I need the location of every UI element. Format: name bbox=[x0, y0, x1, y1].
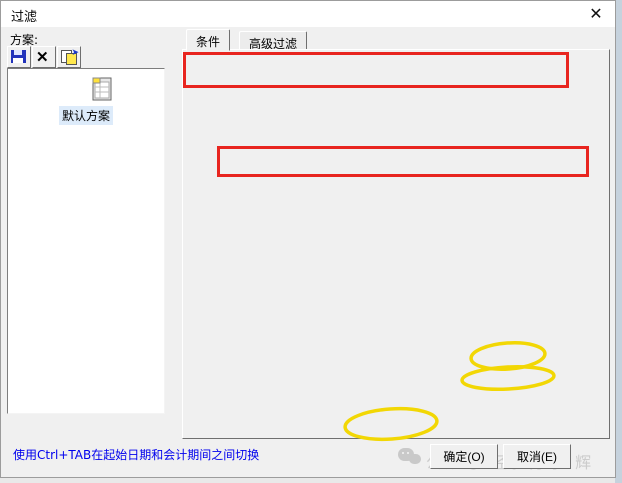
save-scheme-button[interactable] bbox=[7, 46, 31, 68]
delete-icon: ✕ bbox=[36, 50, 49, 65]
filter-dialog: 过滤 ✕ 方案: ✕ ➤ 默认方案 条件 高级过滤 起始日期: bbox=[0, 0, 616, 478]
title-bar[interactable]: 过滤 ✕ bbox=[1, 1, 615, 27]
wechat-icon bbox=[398, 448, 424, 468]
save-icon bbox=[11, 50, 26, 63]
tab-page-conditions bbox=[182, 49, 610, 439]
cancel-button[interactable]: 取消(E) bbox=[503, 444, 571, 469]
hint-text: 使用Ctrl+TAB在起始日期和会计期间之间切换 bbox=[13, 446, 259, 463]
tab-conditions[interactable]: 条件 bbox=[186, 29, 230, 51]
copy-icon: ➤ bbox=[61, 50, 77, 64]
copy-scheme-button[interactable]: ➤ bbox=[57, 46, 81, 68]
tab-advanced-filter[interactable]: 高级过滤 bbox=[239, 31, 307, 50]
dialog-title: 过滤 bbox=[11, 6, 37, 25]
ok-button[interactable]: 确定(O) bbox=[430, 444, 498, 469]
scheme-item-icon bbox=[89, 75, 115, 106]
close-icon[interactable]: ✕ bbox=[583, 3, 609, 25]
tab-conditions-label: 条件 bbox=[196, 35, 220, 49]
delete-scheme-button[interactable]: ✕ bbox=[32, 46, 56, 68]
scheme-item-default[interactable]: 默认方案 bbox=[59, 106, 113, 125]
background-strip bbox=[615, 0, 622, 483]
